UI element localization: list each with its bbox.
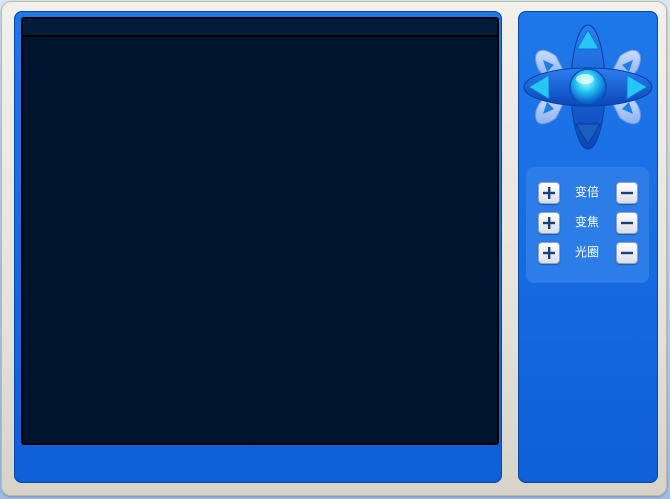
video-panel [14,11,502,483]
minus-icon [617,213,637,233]
video-title-bar [23,19,497,37]
video-display[interactable] [21,17,499,445]
zoom-out-button[interactable] [616,182,638,204]
plus-icon [539,213,559,233]
focus-near-button[interactable] [538,212,560,234]
zoom-row: 变倍 [526,182,649,204]
ptz-direction-pad [523,24,653,150]
center-button-icon[interactable] [569,68,607,106]
control-panel: 变倍 变焦 光圈 [518,11,658,483]
iris-row: 光圈 [526,242,649,264]
plus-icon [539,243,559,263]
zoom-label: 变倍 [574,185,599,199]
iris-open-button[interactable] [538,242,560,264]
lens-control-group: 变倍 变焦 光圈 [526,167,649,283]
plus-icon [539,183,559,203]
zoom-in-button[interactable] [538,182,560,204]
minus-icon [617,243,637,263]
focus-row: 变焦 [526,212,649,234]
minus-icon [617,183,637,203]
window-frame: 变倍 变焦 光圈 [1,1,667,496]
iris-close-button[interactable] [616,242,638,264]
focus-far-button[interactable] [616,212,638,234]
focus-label: 变焦 [574,215,599,229]
iris-label: 光圈 [574,245,599,259]
